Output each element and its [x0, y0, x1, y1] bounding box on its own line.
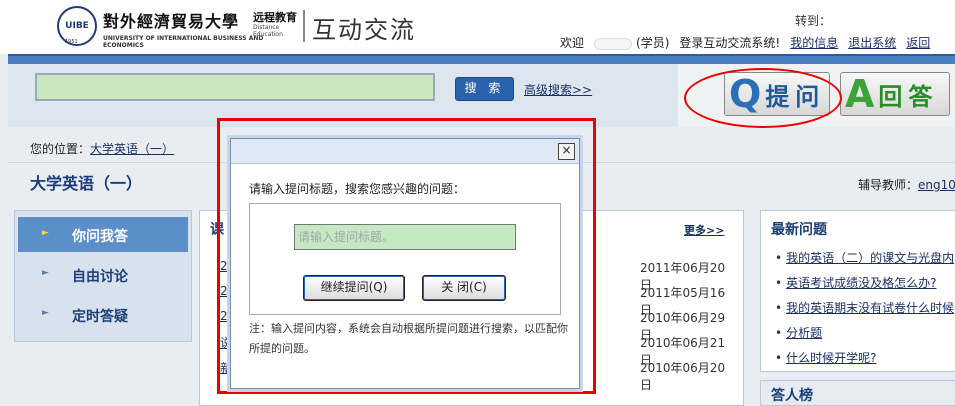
bullet-icon: • [775, 276, 783, 290]
dialog-prompt: 请输入提问标题，搜索您感兴趣的问题： [249, 182, 466, 196]
university-name: 對外經濟貿易大學 [103, 12, 240, 31]
question-title-input[interactable] [294, 224, 516, 250]
ask-dialog: × 请输入提问标题，搜索您感兴趣的问题： 继续提问(Q) 关 闭(C) 注：输入… [230, 138, 580, 389]
latest-question-item[interactable]: • 我的英语（二）的课文与光盘内 [775, 249, 954, 266]
logout-link[interactable]: 退出系统 [848, 36, 896, 50]
continue-ask-button[interactable]: 继续提问(Q) [303, 275, 405, 301]
latest-question-link[interactable]: 英语考试成绩没及格怎么办? [786, 276, 936, 290]
welcome-text: 欢迎 [560, 36, 585, 50]
dialog-note: 注：输入提问内容，系统会自动根据所提问题进行搜索，以匹配你所提的问题。 [249, 322, 568, 355]
bullet-icon: • [775, 326, 783, 340]
close-button[interactable]: 关 闭(C) [422, 275, 506, 301]
list-item-date: 2010年06月20日 [640, 361, 726, 392]
logo-year: 1951 [65, 39, 78, 45]
latest-question-item[interactable]: • 什么时候开学呢? [775, 349, 876, 366]
search-input[interactable] [35, 73, 435, 101]
latest-question-item[interactable]: • 分析题 [775, 324, 822, 341]
tutor-link[interactable]: eng10 [918, 178, 955, 192]
left-nav: ► 你问我答 ► 自由讨论 ► 定时答疑 [14, 210, 192, 342]
nav-item-discussion[interactable]: ► 自由讨论 [18, 257, 188, 292]
top-nav: 欢迎 (学员) 登录互动交流系统! 我的信息 退出系统 返回 [560, 34, 940, 51]
nav-item-label: 定时答疑 [72, 309, 128, 325]
latest-question-item[interactable]: • 我的英语期末没有试卷什么时候 [775, 299, 954, 316]
tutor-label: 辅导教师： [858, 178, 919, 192]
more-link[interactable]: 更多>> [684, 222, 724, 238]
bullet-icon: • [775, 251, 783, 265]
nav-item-label: 自由讨论 [72, 269, 128, 285]
university-logo[interactable]: UIBE 1951 對外經濟貿易大學 远程教育 Distance Educati… [57, 6, 297, 49]
login-msg: 登录互动交流系统! [679, 36, 781, 50]
latest-question-link[interactable]: 什么时候开学呢? [786, 351, 876, 365]
latest-question-link[interactable]: 我的英语期末没有试卷什么时候 [786, 301, 954, 315]
latest-question-item[interactable]: • 英语考试成绩没及格怎么办? [775, 274, 936, 291]
ranking-panel: 答人榜 [760, 380, 955, 406]
course-title: 大学英语（一） [30, 174, 143, 193]
bullet-icon: • [775, 301, 783, 315]
my-info-link[interactable]: 我的信息 [790, 36, 838, 50]
latest-question-link[interactable]: 分析题 [786, 326, 822, 340]
logo-short: UIBE [65, 21, 89, 31]
back-link[interactable]: 返回 [906, 36, 930, 50]
username-redacted [594, 37, 633, 50]
close-icon[interactable]: × [558, 143, 575, 160]
jump-label: 转到： [795, 14, 832, 28]
distance-label: 远程教育 [253, 11, 297, 24]
breadcrumb-course-link[interactable]: 大学英语（一） [90, 142, 174, 156]
nav-item-qa[interactable]: ► 你问我答 [18, 217, 188, 252]
dialog-form: 继续提问(Q) 关 闭(C) [249, 203, 561, 315]
answer-label: 回答 [878, 82, 939, 111]
advanced-search-link[interactable]: 高级搜索>> [524, 81, 592, 98]
tutor-info: 辅导教师：eng10 [858, 176, 955, 193]
arrow-right-icon: ► [42, 308, 49, 318]
nav-item-scheduled-answers[interactable]: ► 定时答疑 [18, 297, 188, 332]
role-text: (学员) [636, 36, 670, 50]
app-title: 互动交流 [312, 16, 416, 44]
a-icon: A [845, 72, 875, 116]
header-divider [303, 10, 305, 42]
latest-question-link[interactable]: 我的英语（二）的课文与光盘内 [786, 251, 954, 265]
highlight-ellipse [684, 68, 842, 128]
university-en: UNIVERSITY OF INTERNATIONAL BUSINESS AND… [103, 35, 264, 49]
ranking-title: 答人榜 [771, 388, 813, 404]
answer-button[interactable]: A 回答 [840, 72, 950, 116]
arrow-right-icon: ► [42, 228, 49, 238]
bullet-icon: • [775, 351, 783, 365]
header: UIBE 1951 對外經濟貿易大學 远程教育 Distance Educati… [0, 0, 955, 54]
dialog-titlebar[interactable]: × [231, 139, 579, 164]
breadcrumb: 您的位置：大学英语（一） [30, 140, 174, 157]
latest-questions-panel: 最新问题 • 我的英语（二）的课文与光盘内 • 英语考试成绩没及格怎么办? • 我的英… [760, 210, 955, 372]
nav-item-label: 你问我答 [72, 229, 128, 245]
breadcrumb-label: 您的位置： [30, 142, 91, 156]
arrow-right-icon: ► [42, 268, 49, 278]
latest-questions-title: 最新问题 [771, 222, 827, 238]
search-button[interactable]: 搜 索 [455, 77, 514, 101]
